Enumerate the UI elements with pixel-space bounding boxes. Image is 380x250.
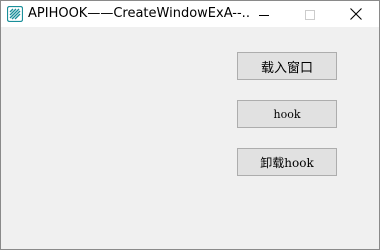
close-icon [350,5,362,24]
unload-hook-button[interactable]: 卸载hook [237,148,337,176]
client-area: 载入窗口 hook 卸载hook [1,27,379,249]
app-window: APIHOOK——CreateWindowExA--... 载入窗口 hook … [0,0,380,250]
minimize-button[interactable] [241,1,287,27]
maximize-button [287,1,333,27]
maximize-icon [305,5,315,24]
minimize-icon [259,5,269,24]
title-bar[interactable]: APIHOOK——CreateWindowExA--... [1,1,379,27]
hook-button[interactable]: hook [237,100,337,128]
window-title: APIHOOK——CreateWindowExA--... [28,6,250,21]
load-window-button[interactable]: 载入窗口 [237,52,337,80]
app-icon[interactable] [6,5,24,23]
close-button[interactable] [333,1,379,27]
